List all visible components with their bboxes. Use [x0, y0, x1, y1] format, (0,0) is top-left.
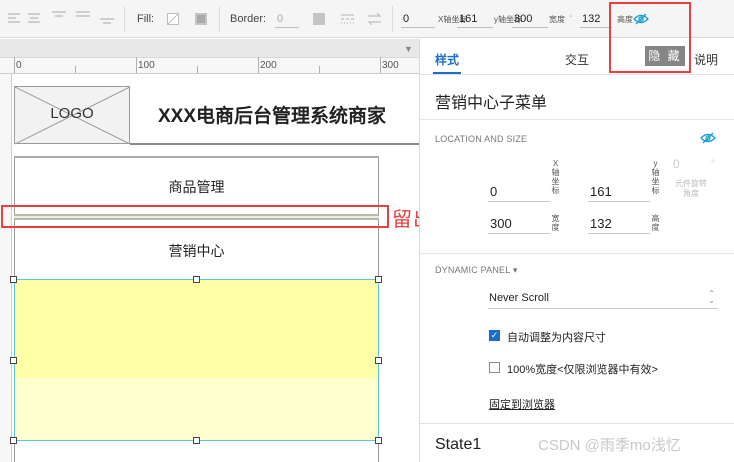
resize-handle-bottom[interactable]	[193, 437, 200, 444]
ruler-tick	[136, 57, 137, 73]
resize-handle-top-right[interactable]	[375, 276, 382, 283]
scroll-behavior-select[interactable]: Never Scroll ⌃ ⌄	[488, 287, 718, 309]
ruler-header-bar: ▼	[0, 39, 419, 58]
resize-handle-bottom-left[interactable]	[10, 437, 17, 444]
ruler-tick	[258, 57, 259, 73]
resize-handle-bottom-right[interactable]	[375, 437, 382, 444]
header-divider	[130, 143, 419, 145]
border-arrow-icon[interactable]	[367, 12, 382, 26]
toolbar-x-input[interactable]: 0	[401, 11, 435, 28]
ruler-tick	[319, 66, 320, 73]
x-position-input[interactable]: 0	[488, 182, 550, 202]
select-chevrons-icon: ⌃ ⌄	[708, 289, 715, 305]
y-position-input[interactable]: 161	[588, 182, 650, 202]
ruler-tick	[75, 66, 76, 73]
toolbar-width-input[interactable]: 300	[512, 11, 548, 28]
divider	[420, 119, 734, 120]
scroll-behavior-value: Never Scroll	[489, 292, 549, 304]
divider	[420, 253, 734, 254]
align-left-icon[interactable]	[8, 13, 21, 25]
align-right-icon[interactable]	[76, 11, 91, 23]
fill-color-icon[interactable]	[167, 13, 179, 25]
height-label: 高度	[651, 214, 660, 232]
marketing-submenu-dynamic-panel[interactable]	[14, 279, 379, 441]
border-label: Border:	[230, 13, 267, 25]
align-center-icon[interactable]	[28, 13, 41, 25]
resize-handle-top-left[interactable]	[10, 276, 17, 283]
active-tab-indicator	[433, 72, 461, 74]
resize-handle-right[interactable]	[375, 357, 382, 364]
horizontal-ruler: ▼ 0 100 200 300	[0, 39, 419, 74]
lock-ratio-icon[interactable]: ◦	[569, 11, 573, 22]
location-size-title: LOCATION AND SIZE	[435, 134, 528, 144]
full-width-checkbox[interactable]	[489, 362, 500, 373]
ruler-scale: 0 100 200 300	[0, 57, 419, 74]
width-label: 宽度	[551, 214, 560, 232]
rotation-label: 元件旋转角度	[675, 179, 707, 198]
toolbar-separator	[392, 6, 393, 32]
header-title[interactable]: XXX电商后台管理系统商家	[158, 101, 386, 128]
menu-item-marketing[interactable]: 营销中心	[14, 241, 379, 261]
side-menu-top-border	[14, 156, 379, 158]
state-name[interactable]: State1	[435, 436, 481, 454]
y-position-label: y轴坐标	[651, 159, 660, 195]
ruler-label: 300	[382, 60, 399, 71]
state-row[interactable]: State1 CSDN @雨季mo浅忆	[420, 423, 734, 462]
widget-name[interactable]: 营销中心子菜单	[435, 89, 547, 113]
rotation-unit: °	[711, 159, 715, 170]
ruler-tick	[14, 57, 15, 73]
fit-content-label: 自动调整为内容尺寸	[507, 332, 606, 344]
dynamic-panel-title[interactable]: DYNAMIC PANEL ▾	[435, 265, 518, 276]
height-input[interactable]: 132	[588, 214, 650, 234]
pin-to-browser-link[interactable]: 固定到浏览器	[489, 396, 555, 412]
toolbar-y-input[interactable]: 161	[457, 11, 493, 28]
ruler-label: 200	[260, 60, 277, 71]
tab-interactions[interactable]: 交互	[565, 51, 589, 68]
inspector-panel: 样式 交互 隐 藏 说明 营销中心子菜单 LOCATION AND SIZE 0…	[419, 39, 734, 462]
fill-label: Fill:	[137, 13, 155, 25]
ruler-label: 100	[138, 60, 155, 71]
border-style-icon[interactable]	[341, 13, 354, 25]
toolbar-separator	[219, 6, 220, 32]
full-width-label: 100%宽度<仅限浏览器中有效>	[507, 364, 658, 376]
toolbar-height-input[interactable]: 132	[580, 11, 612, 28]
tab-style[interactable]: 样式	[435, 51, 459, 68]
tab-notes[interactable]: 说明	[694, 51, 718, 68]
toolbar-width-label: 宽度	[549, 15, 565, 24]
annotation-highlight-gap	[1, 205, 389, 228]
width-input[interactable]: 300	[488, 214, 550, 234]
border-color-icon[interactable]	[313, 13, 325, 25]
menu-item-products[interactable]: 商品管理	[14, 177, 379, 197]
toolbar-separator	[124, 6, 125, 32]
fill-swatch-icon[interactable]	[195, 13, 207, 25]
eye-hidden-icon[interactable]	[700, 132, 716, 144]
fit-content-checkbox[interactable]: ✓	[489, 330, 500, 341]
ruler-dropdown-icon[interactable]: ▼	[404, 44, 413, 54]
annotation-highlight-hide	[609, 2, 691, 73]
align-bottom-icon[interactable]	[100, 11, 115, 24]
ruler-tick	[380, 57, 381, 73]
rotation-input[interactable]: 0	[673, 157, 709, 175]
resize-handle-top[interactable]	[193, 276, 200, 283]
vertical-ruler	[0, 74, 12, 462]
resize-handle-left[interactable]	[10, 357, 17, 364]
design-canvas[interactable]: ▼ 0 100 200 300 LOGO XXX电商后台管理系统商家 商品管理 …	[0, 39, 419, 462]
border-width-input[interactable]: 0	[275, 11, 299, 28]
watermark: CSDN @雨季mo浅忆	[538, 437, 681, 454]
ruler-tick	[197, 66, 198, 73]
logo-text: LOGO	[50, 105, 94, 122]
ruler-label: 0	[16, 60, 22, 71]
x-position-label: X轴坐标	[551, 159, 560, 195]
logo-placeholder[interactable]: LOGO	[14, 86, 131, 145]
align-top-icon[interactable]	[52, 11, 67, 23]
